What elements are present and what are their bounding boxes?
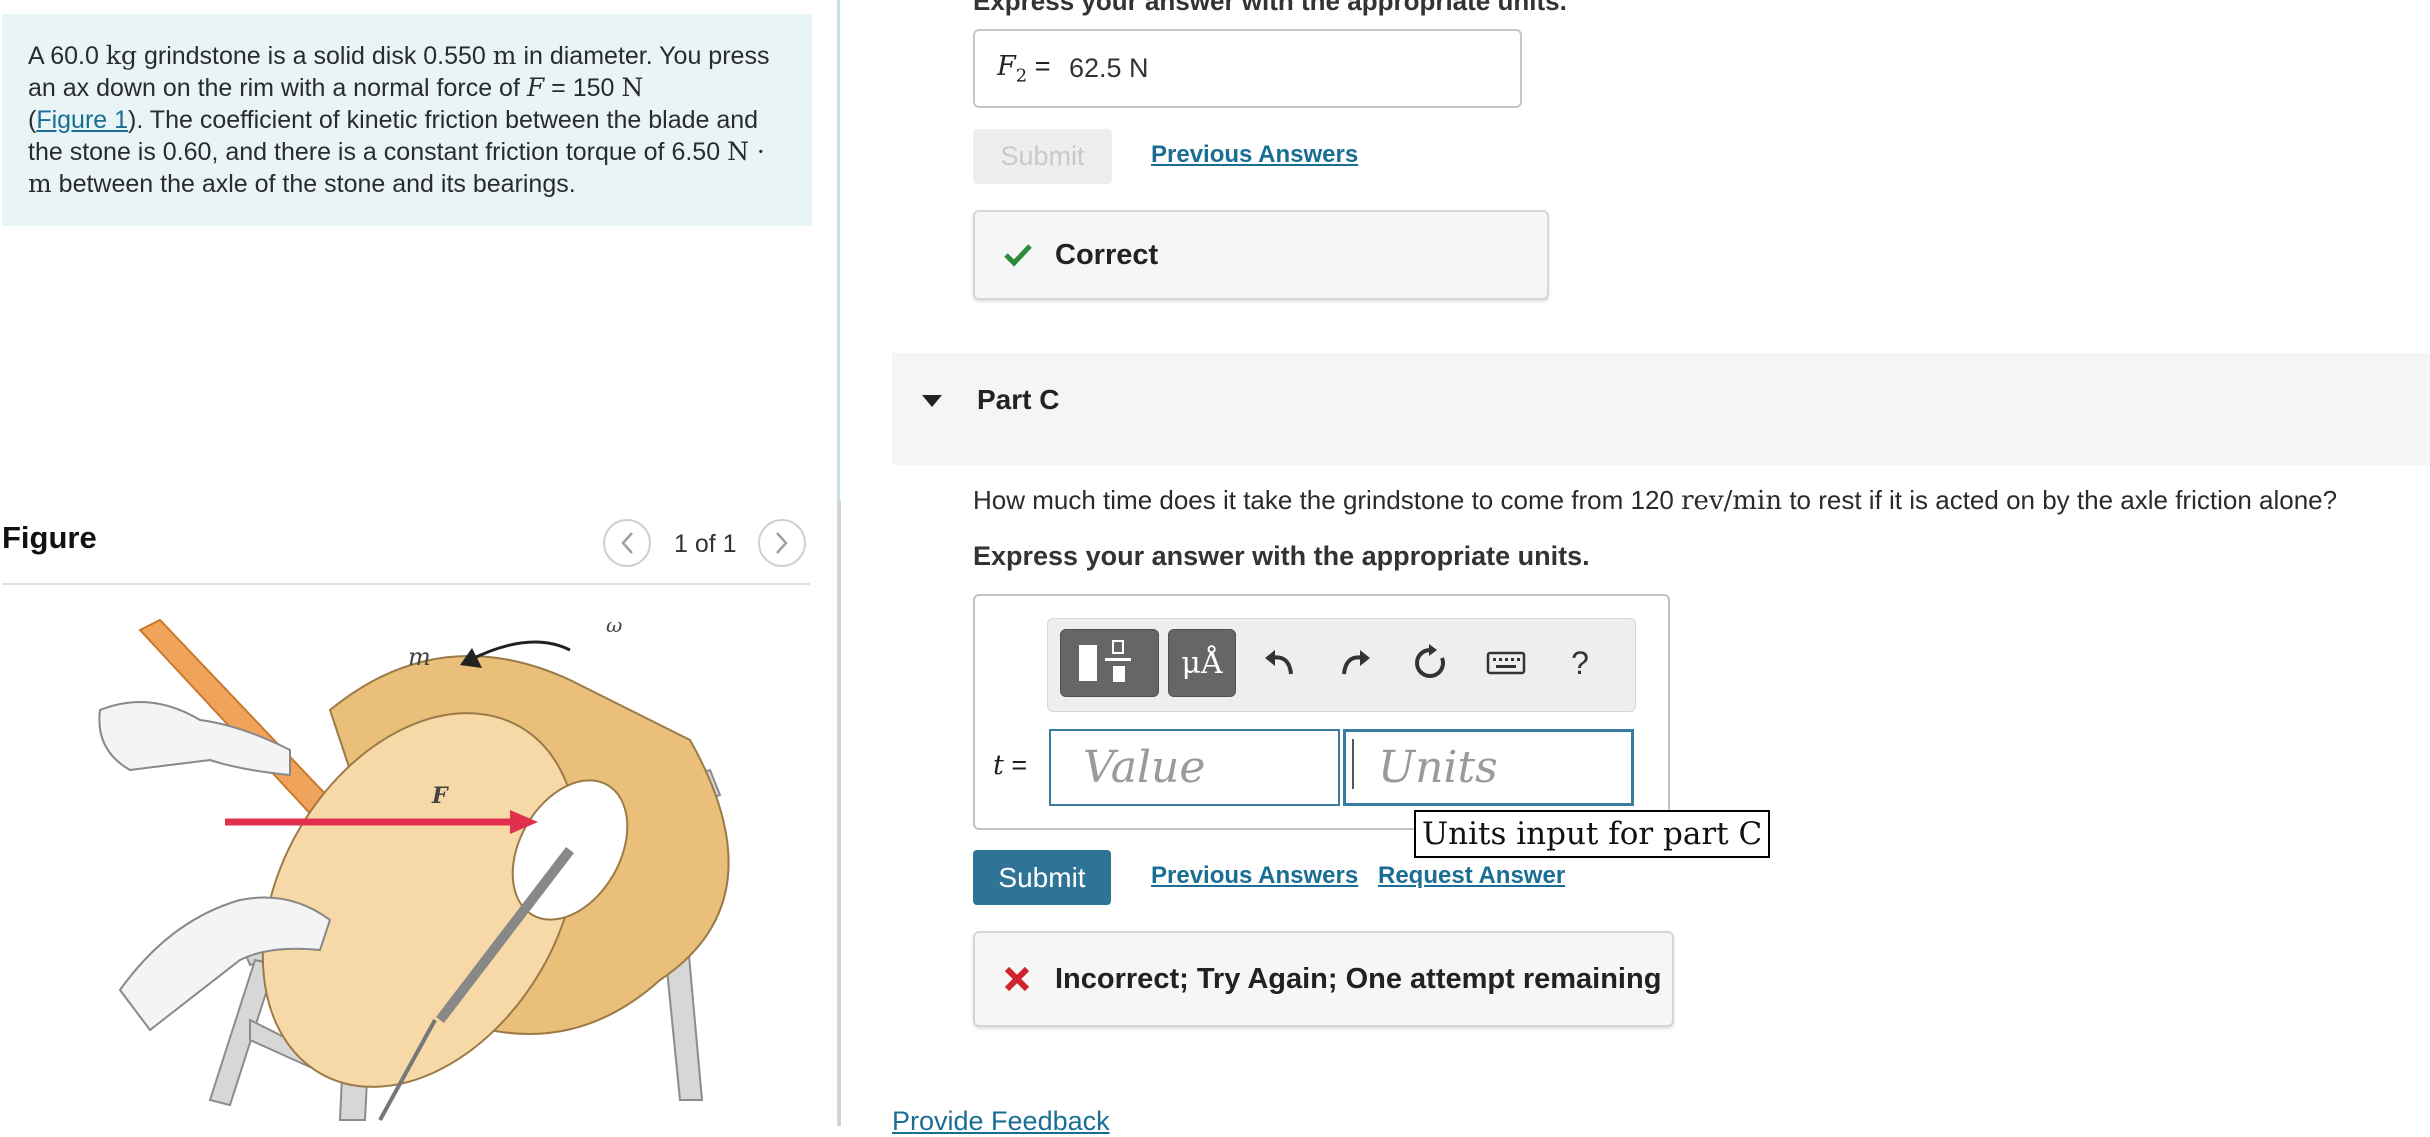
- part-c-instruction: Express your answer with the appropriate…: [973, 541, 1590, 571]
- figure-title: Figure: [2, 520, 97, 555]
- part-c-question: How much time does it take the grindston…: [973, 485, 2338, 516]
- cross-icon: [1004, 966, 1030, 992]
- checkmark-icon: [1004, 244, 1032, 267]
- part-b-previous-answers-link[interactable]: Previous Answers: [1151, 141, 1358, 169]
- math-toolbar: μÅ ?: [1047, 618, 1636, 712]
- part-c-header[interactable]: Part C: [892, 353, 2430, 465]
- units-input[interactable]: [1346, 732, 1631, 803]
- value-input-wrapper[interactable]: [1049, 729, 1340, 806]
- problem-text: = 150: [544, 74, 622, 102]
- grindstone-figure: m F ω: [98, 613, 730, 1121]
- reset-icon[interactable]: [1408, 641, 1452, 685]
- figure-prev-button[interactable]: [603, 519, 651, 567]
- caret-down-icon: [922, 395, 942, 407]
- text-caret: [1352, 739, 1354, 789]
- templates-icon: [1078, 640, 1131, 682]
- request-answer-link[interactable]: Request Answer: [1378, 862, 1565, 890]
- part-c-feedback: Incorrect; Try Again; One attempt remain…: [973, 931, 1674, 1027]
- chevron-right-icon: [776, 532, 788, 554]
- problem-statement: A 60.0 kg grindstone is a solid disk 0.5…: [2, 14, 812, 226]
- undo-icon[interactable]: [1258, 641, 1302, 685]
- left-panel: A 60.0 kg grindstone is a solid disk 0.5…: [0, 0, 838, 1126]
- keyboard-icon[interactable]: [1484, 641, 1528, 685]
- value-input[interactable]: [1051, 731, 1338, 804]
- figure-link[interactable]: Figure 1: [36, 106, 128, 134]
- part-c-answer-label: t =: [993, 750, 1028, 781]
- part-c-title: Part C: [977, 384, 1060, 415]
- figure-label-mass: m: [408, 643, 431, 671]
- part-c-submit-button[interactable]: Submit: [973, 850, 1111, 905]
- part-b-answer-value: 62.5 N: [1069, 53, 1149, 83]
- unit-N: N: [621, 73, 644, 102]
- templates-button[interactable]: [1060, 629, 1159, 697]
- figure-divider: [2, 583, 810, 585]
- figure-label-omega: ω: [606, 613, 622, 637]
- unit-kg: kg: [105, 41, 138, 70]
- provide-feedback-link[interactable]: Provide Feedback: [892, 1106, 1110, 1137]
- units-input-tooltip: Units input for part C: [1414, 810, 1771, 858]
- part-b-feedback: Correct: [973, 210, 1549, 300]
- units-button[interactable]: μÅ: [1168, 629, 1236, 697]
- figure-next-button[interactable]: [758, 519, 806, 567]
- part-c-feedback-text: Incorrect; Try Again; One attempt remain…: [1055, 962, 1662, 995]
- var-F: F: [526, 73, 545, 102]
- problem-text: A 60.0: [28, 42, 106, 70]
- part-b-instruction: Express your answer with the appropriate…: [973, 0, 1567, 16]
- problem-text: grindstone is a solid disk 0.550: [137, 42, 493, 70]
- figure-counter: 1 of 1: [674, 530, 737, 558]
- part-b-answer-label: F2 =: [997, 51, 1051, 87]
- unit-m: m: [492, 41, 517, 70]
- part-c-previous-answers-link[interactable]: Previous Answers: [1151, 862, 1358, 890]
- problem-text: ). The coefficient of kinetic friction b…: [28, 106, 759, 166]
- part-b-submit-button[interactable]: Submit: [973, 129, 1112, 184]
- panel-scrollbar-track: [838, 500, 841, 1126]
- problem-text: between the axle of the stone and its be…: [51, 170, 576, 198]
- chevron-left-icon: [621, 532, 633, 554]
- units-input-wrapper[interactable]: [1343, 729, 1634, 806]
- help-icon[interactable]: ?: [1558, 641, 1602, 685]
- redo-icon[interactable]: [1333, 641, 1377, 685]
- part-b-answer-box: F2 = 62.5 N: [973, 29, 1522, 108]
- figure-label-force: F: [431, 783, 449, 809]
- part-b-feedback-text: Correct: [1055, 238, 1159, 271]
